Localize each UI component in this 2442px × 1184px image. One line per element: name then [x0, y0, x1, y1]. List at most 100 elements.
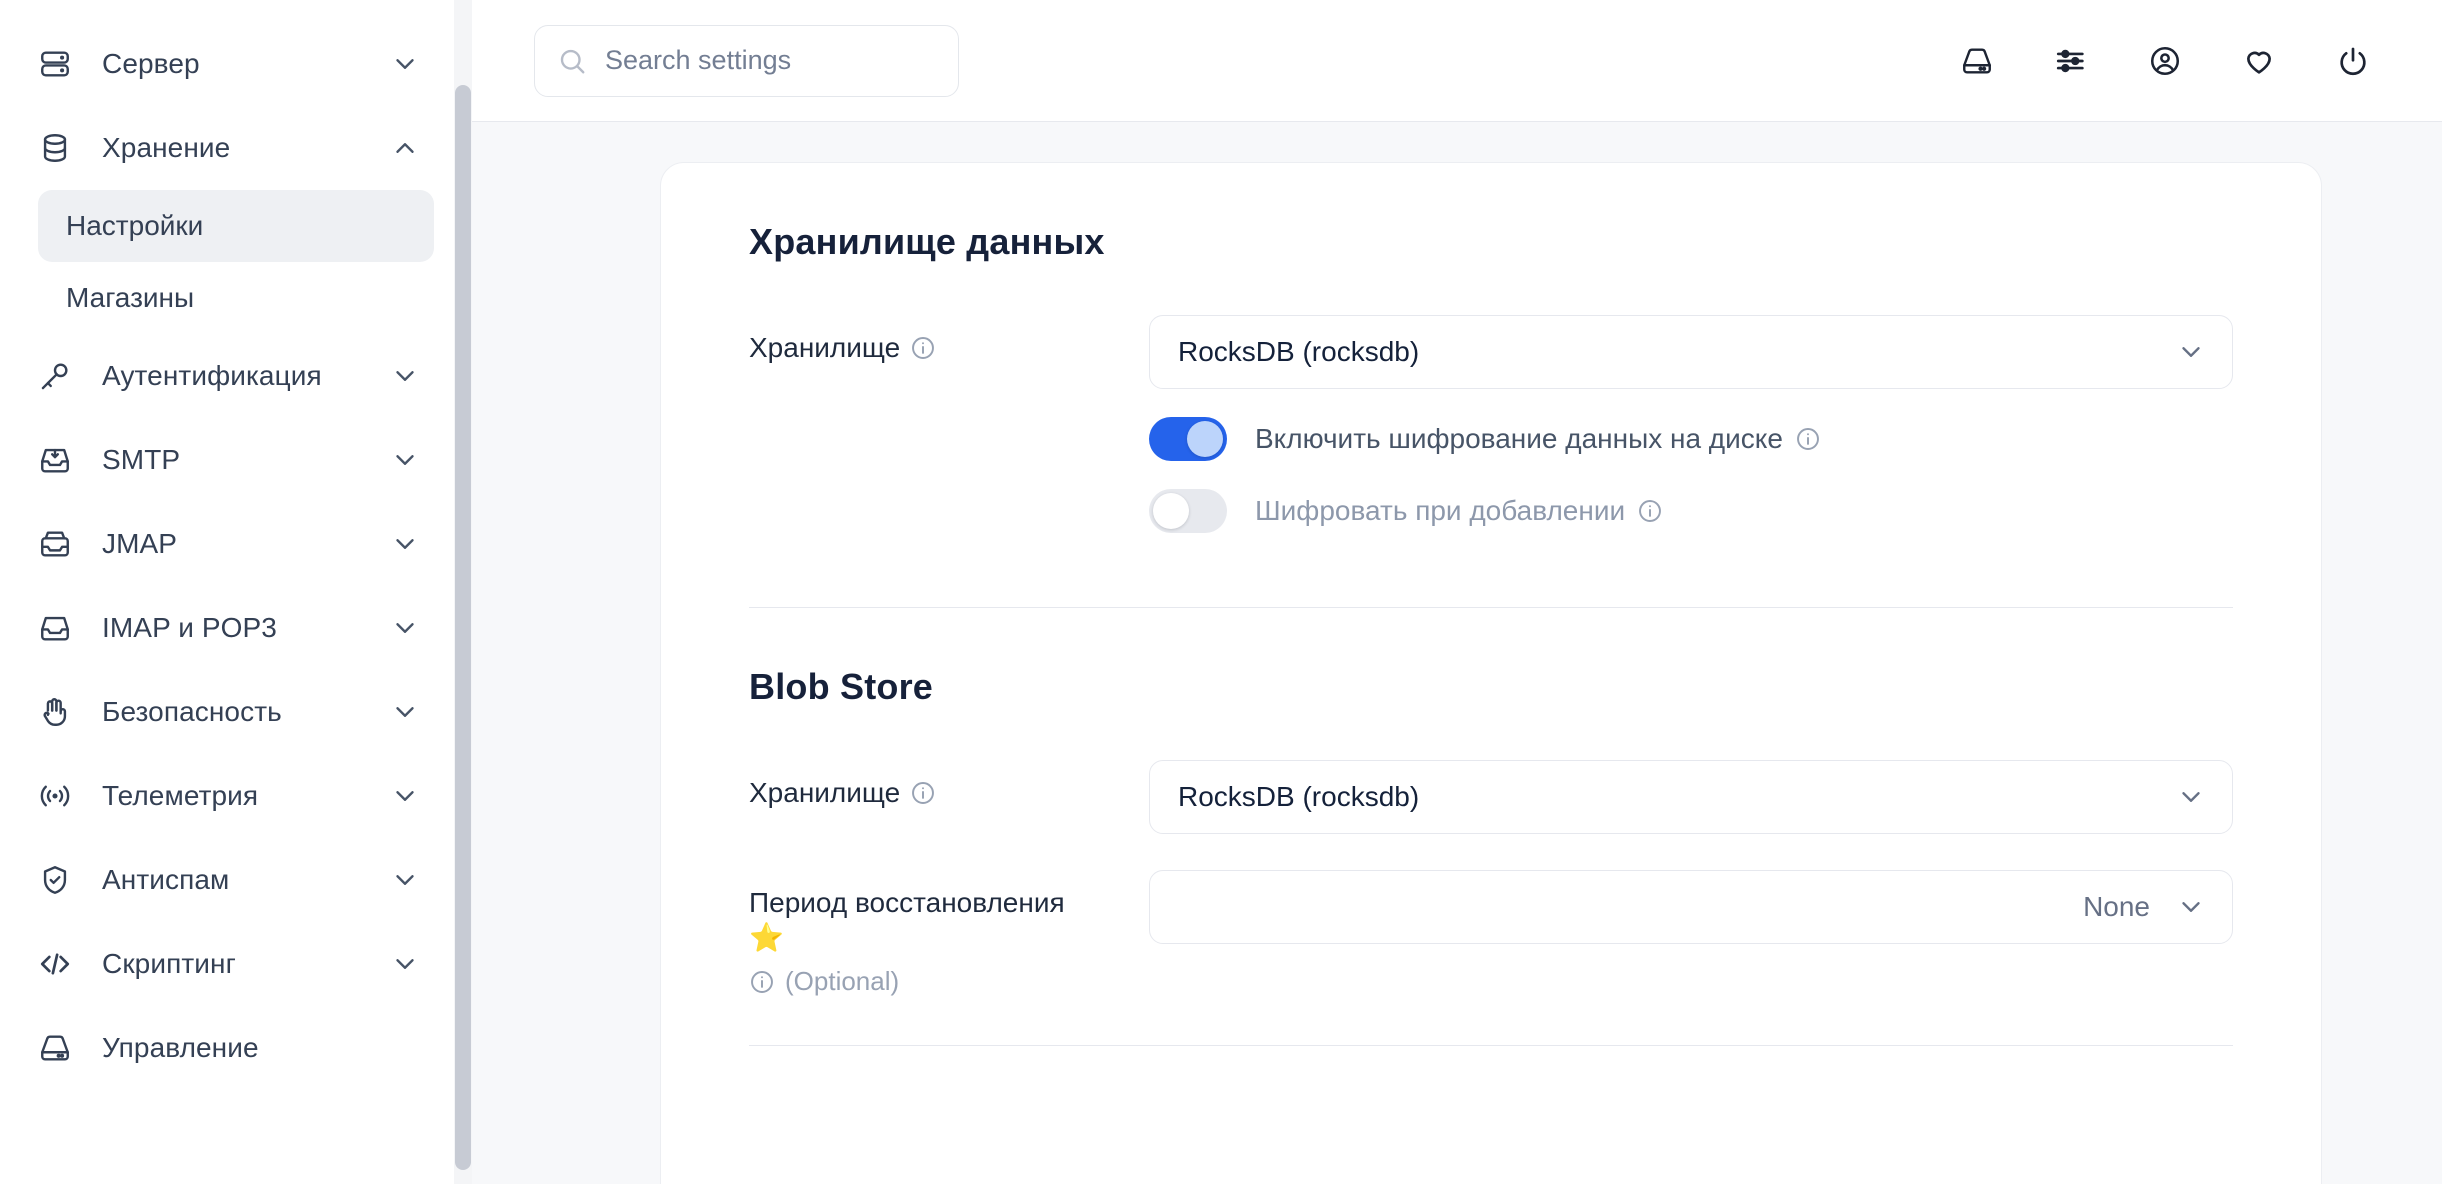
sidebar-item-label: Безопасность — [102, 696, 282, 727]
sidebar-item-security[interactable]: Безопасность — [0, 670, 472, 754]
field-label: Хранилище — [749, 760, 1149, 812]
sidebar-item-server[interactable]: Сервер — [0, 22, 472, 106]
sidebar-nav: Сервер Хранение Настройки Магазины Аутен… — [0, 22, 472, 1090]
sidebar-item-label: SMTP — [102, 444, 181, 475]
sidebar-subitem-stores[interactable]: Магазины — [38, 262, 434, 334]
field-label: Хранилище — [749, 315, 1149, 367]
search-input[interactable] — [605, 45, 936, 76]
section-blob-store: Blob Store Хранилище RocksDB (rocksdb) П… — [749, 666, 2233, 1048]
sidebar-item-label: Аутентификация — [102, 360, 322, 391]
blob-store-select[interactable]: RocksDB (rocksdb) — [1149, 760, 2233, 834]
chevron-down-icon[interactable] — [390, 613, 420, 643]
field-label-text: Период восстановления — [749, 887, 1065, 918]
field-control: RocksDB (rocksdb) Включить шифрование да… — [1149, 315, 2233, 561]
inbox-download-icon — [38, 443, 80, 477]
toggle-row-encrypt-on-append: Шифровать при добавлении — [1149, 489, 2233, 533]
search-icon — [557, 46, 587, 76]
info-icon[interactable] — [749, 969, 775, 995]
chevron-down-icon[interactable] — [2176, 892, 2206, 922]
data-store-select[interactable]: RocksDB (rocksdb) — [1149, 315, 2233, 389]
key-icon — [38, 359, 80, 393]
toggle-row-encrypt-at-rest: Включить шифрование данных на диске — [1149, 417, 2233, 461]
hard-drive-icon — [38, 1031, 80, 1065]
toggle-knob — [1153, 493, 1189, 529]
retention-period-select[interactable]: None — [1149, 870, 2233, 944]
info-icon[interactable] — [1795, 426, 1821, 452]
field-label-text: Хранилище — [749, 777, 901, 808]
star-icon: ⭐ — [749, 921, 784, 953]
sidebar: Сервер Хранение Настройки Магазины Аутен… — [0, 0, 472, 1184]
info-icon[interactable] — [910, 780, 936, 806]
chevron-up-icon[interactable] — [390, 133, 420, 163]
hard-drive-icon[interactable] — [1960, 44, 1994, 78]
toggle-knob — [1187, 421, 1223, 457]
chevron-down-icon[interactable] — [2176, 337, 2206, 367]
sidebar-item-management[interactable]: Управление — [0, 1006, 472, 1090]
topbar — [472, 0, 2442, 122]
code-icon — [38, 947, 80, 981]
chevron-down-icon[interactable] — [390, 529, 420, 559]
user-circle-icon[interactable] — [2148, 44, 2182, 78]
toggle-label: Включить шифрование данных на диске — [1255, 423, 1821, 455]
sidebar-item-scripting[interactable]: Скриптинг — [0, 922, 472, 1006]
broadcast-icon — [38, 779, 80, 813]
search-box[interactable] — [534, 24, 959, 97]
chevron-down-icon[interactable] — [390, 697, 420, 727]
sidebar-item-label: Телеметрия — [102, 780, 259, 811]
chevron-down-icon[interactable] — [2176, 782, 2206, 812]
sidebar-subitem-label: Магазины — [66, 282, 195, 313]
section-divider — [749, 1045, 2233, 1047]
sidebar-item-label: JMAP — [102, 528, 178, 559]
sidebar-scrollbar-thumb[interactable] — [455, 85, 471, 1170]
chevron-down-icon[interactable] — [390, 949, 420, 979]
toggle-label-text: Включить шифрование данных на диске — [1255, 423, 1783, 454]
field-blob-store: Хранилище RocksDB (rocksdb) — [749, 760, 2233, 834]
sidebar-item-label: Хранение — [102, 132, 231, 163]
field-label: Период восстановления ⭐ (Optional) — [749, 870, 1149, 999]
optional-text: (Optional) — [785, 965, 900, 996]
info-icon[interactable] — [1637, 498, 1663, 524]
heart-icon[interactable] — [2242, 44, 2276, 78]
toggle-label-text: Шифровать при добавлении — [1255, 495, 1626, 526]
sidebar-item-storage[interactable]: Хранение — [0, 106, 472, 190]
field-label-text: Хранилище — [749, 332, 901, 363]
sidebar-item-label: Скриптинг — [102, 948, 236, 979]
chevron-down-icon[interactable] — [390, 445, 420, 475]
optional-hint: (Optional) — [749, 964, 1149, 999]
section-title: Blob Store — [749, 666, 934, 707]
toggle-label: Шифровать при добавлении — [1255, 495, 1663, 527]
settings-card: Хранилище данных Хранилище RocksDB (rock… — [660, 162, 2322, 1184]
sidebar-item-label: Управление — [102, 1032, 259, 1063]
inbox-icon — [38, 611, 80, 645]
content-scroll-area: Хранилище данных Хранилище RocksDB (rock… — [472, 122, 2442, 1184]
sidebar-item-imap-pop3[interactable]: IMAP и POP3 — [0, 586, 472, 670]
sidebar-item-label: Сервер — [102, 48, 200, 79]
select-value: None — [2083, 891, 2150, 922]
inbox-stack-icon — [38, 527, 80, 561]
sidebar-item-telemetry[interactable]: Телеметрия — [0, 754, 472, 838]
chevron-down-icon[interactable] — [390, 865, 420, 895]
info-icon[interactable] — [910, 335, 936, 361]
encrypt-on-append-toggle[interactable] — [1149, 489, 1227, 533]
sidebar-subitem-label: Настройки — [66, 210, 204, 241]
sidebar-scrollbar-track[interactable] — [454, 0, 472, 1184]
select-value: RocksDB (rocksdb) — [1178, 336, 1420, 367]
field-control: RocksDB (rocksdb) — [1149, 760, 2233, 834]
server-icon — [38, 47, 80, 81]
chevron-down-icon[interactable] — [390, 781, 420, 811]
topbar-actions — [1960, 44, 2400, 78]
chevron-down-icon[interactable] — [390, 361, 420, 391]
sidebar-item-antispam[interactable]: Антиспам — [0, 838, 472, 922]
sidebar-item-jmap[interactable]: JMAP — [0, 502, 472, 586]
sidebar-item-authentication[interactable]: Аутентификация — [0, 334, 472, 418]
sidebar-subitem-settings[interactable]: Настройки — [38, 190, 434, 262]
chevron-down-icon[interactable] — [390, 49, 420, 79]
field-control: None — [1149, 870, 2233, 944]
sidebar-item-label: Антиспам — [102, 864, 230, 895]
hand-icon — [38, 695, 80, 729]
encrypt-at-rest-toggle[interactable] — [1149, 417, 1227, 461]
sliders-icon[interactable] — [2054, 44, 2088, 78]
field-retention-period: Период восстановления ⭐ (Optional) None — [749, 870, 2233, 999]
sidebar-item-smtp[interactable]: SMTP — [0, 418, 472, 502]
power-icon[interactable] — [2336, 44, 2370, 78]
